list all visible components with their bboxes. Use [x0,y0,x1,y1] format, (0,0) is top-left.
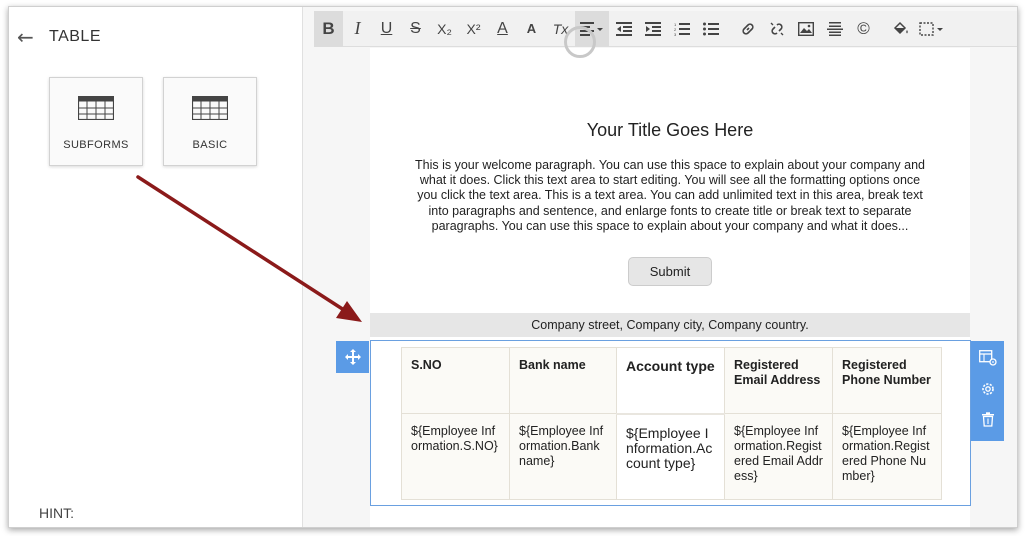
paint-bucket-icon [893,21,908,34]
header-cell[interactable]: Account type [616,347,725,414]
underline-button[interactable]: U [372,11,401,47]
superscript-button[interactable]: X² [459,11,488,47]
table-block[interactable]: S.NO Bank name Account type Registered E… [370,340,971,506]
horizontal-line-icon [826,21,843,36]
link-icon [741,22,754,35]
move-arrows-icon [344,349,361,365]
horizontal-line-button[interactable] [820,11,849,47]
outdent-icon [615,21,632,36]
table-properties-icon[interactable] [978,350,997,371]
table-cell[interactable]: ${Employee Information.Registered Phone … [832,413,942,500]
hint-label: HINT: [39,505,74,521]
welcome-line: what it does. Click this text area to st… [419,173,921,188]
table-row: ${Employee Information.S.NO} ${Employee … [401,412,942,500]
format-toolbar: B I U S X₂ X² A A Tx 1 2 3 © [314,10,1017,47]
page-title[interactable]: Your Title Goes Here [370,120,970,141]
header-cell[interactable]: Registered Phone Number [832,347,942,414]
unordered-list-button[interactable] [696,11,725,47]
company-address[interactable]: Company street, Company city, Company co… [370,313,970,337]
special-character-button[interactable]: © [849,11,878,47]
strikethrough-button[interactable]: S [401,11,430,47]
tile-subforms[interactable]: SUBFORMS [49,77,143,166]
welcome-line: This is your welcome paragraph. You can … [414,158,926,172]
trash-icon[interactable] [981,412,995,432]
table-grid-icon [77,95,115,125]
svg-text:3: 3 [674,32,677,36]
fill-color-button[interactable] [886,11,915,47]
indent-icon [644,21,661,36]
gear-icon[interactable] [980,381,996,402]
header-cell[interactable]: Registered Email Address [724,347,833,414]
table-grid-icon [191,95,229,125]
font-color-button[interactable]: A [488,11,517,47]
panel-title: TABLE [49,28,101,45]
image-icon [797,21,814,36]
table-header-row: S.NO Bank name Account type Registered E… [401,347,942,414]
welcome-line: you click the text area. This is a text … [417,188,923,203]
table-side-tools [971,341,1004,441]
submit-button[interactable]: Submit [628,257,712,286]
table-cell[interactable]: ${Employee Information.S.NO} [401,413,510,500]
table-cell[interactable]: ${Employee Information.Bank name} [509,413,617,500]
border-dropdown[interactable] [915,11,949,47]
indent-button[interactable] [638,11,667,47]
header-cell[interactable]: Bank name [509,347,617,414]
move-handle[interactable] [336,341,369,373]
left-panel: ← TABLE SUBFORMS BASIC HINT: [9,7,303,527]
subscript-button[interactable]: X₂ [430,11,459,47]
ordered-list-icon: 123 [674,22,690,36]
tile-basic[interactable]: BASIC [163,77,257,166]
welcome-paragraph[interactable]: This is your welcome paragraph. You can … [400,158,940,234]
back-arrow-icon[interactable]: ← [17,27,43,47]
link-button[interactable] [733,11,762,47]
tile-label: BASIC [192,139,228,151]
bold-button[interactable]: B [314,10,343,47]
unlink-button[interactable] [762,11,791,47]
highlight-color-button[interactable]: A [517,11,546,47]
unordered-list-icon [702,22,719,35]
back-row: ← TABLE [17,27,101,47]
header-cell[interactable]: S.NO [401,347,510,414]
image-button[interactable] [791,11,820,47]
data-table: S.NO Bank name Account type Registered E… [401,347,942,500]
outdent-button[interactable] [609,11,638,47]
logo-placeholder[interactable] [564,26,596,58]
table-cell[interactable]: ${Employee Information.Registered Email … [724,413,833,500]
italic-button[interactable]: I [343,11,372,47]
ordered-list-button[interactable]: 123 [667,11,696,47]
table-cell[interactable]: ${Employee Information.Account type} [616,412,725,500]
welcome-line: into paragraphs and sentence, and enlarg… [428,203,912,218]
tile-label: SUBFORMS [63,139,129,151]
app-window: ← TABLE SUBFORMS BASIC HINT: B I U S X₂ … [8,6,1018,528]
unlink-icon [770,22,783,35]
border-icon [919,21,943,36]
welcome-line: paragraphs. You can use this space to ex… [431,218,909,233]
